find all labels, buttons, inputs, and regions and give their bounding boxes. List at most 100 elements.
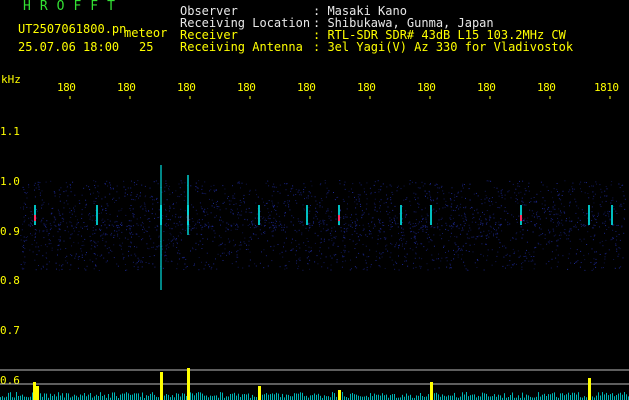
noise-pixel (441, 238, 443, 240)
noise-pixel (219, 219, 220, 221)
noise-pixel (348, 251, 350, 253)
noise-pixel (322, 219, 324, 221)
noise-pixel (30, 211, 32, 213)
noise-pixel (180, 239, 182, 241)
noise-pixel (235, 261, 237, 263)
noise-pixel (613, 259, 615, 260)
noise-pixel (285, 189, 287, 191)
noise-pixel (256, 194, 257, 196)
noise-pixel (442, 233, 443, 234)
noise-pixel (195, 189, 196, 191)
noise-pixel (520, 191, 522, 193)
noise-pixel (414, 232, 416, 234)
noise-pixel (424, 225, 426, 226)
noise-pixel (331, 238, 333, 240)
noise-pixel (54, 195, 56, 197)
noise-pixel (284, 215, 286, 217)
level-bar (310, 395, 311, 400)
noise-pixel (593, 263, 595, 265)
level-bar (216, 395, 217, 400)
noise-pixel (129, 225, 131, 227)
noise-pixel (259, 223, 261, 225)
level-bar (570, 395, 571, 400)
noise-pixel (241, 182, 243, 184)
noise-pixel (165, 180, 167, 182)
noise-pixel (132, 213, 134, 215)
noise-pixel (463, 261, 465, 263)
noise-pixel (244, 237, 246, 239)
noise-pixel (433, 227, 435, 229)
noise-pixel (296, 260, 298, 262)
noise-pixel (29, 207, 31, 209)
noise-pixel (152, 199, 154, 201)
noise-pixel (141, 239, 142, 241)
noise-pixel (435, 183, 437, 185)
noise-pixel (451, 228, 453, 230)
noise-pixel (256, 213, 258, 215)
noise-pixel (615, 243, 617, 245)
noise-pixel (345, 228, 347, 230)
noise-pixel (449, 198, 451, 200)
noise-pixel (426, 263, 428, 265)
noise-pixel (546, 243, 548, 245)
noise-pixel (322, 228, 324, 230)
noise-pixel (130, 246, 131, 248)
noise-pixel (23, 251, 24, 253)
noise-pixel (273, 217, 275, 219)
level-bar (54, 394, 55, 400)
noise-pixel (566, 238, 567, 240)
noise-pixel (409, 200, 411, 202)
noise-pixel (53, 216, 55, 218)
noise-pixel (172, 243, 174, 245)
noise-pixel (264, 232, 266, 234)
noise-pixel (316, 218, 318, 220)
noise-pixel (601, 267, 603, 269)
noise-pixel (274, 229, 276, 231)
noise-pixel (298, 229, 300, 231)
noise-pixel (219, 216, 221, 218)
noise-pixel (495, 233, 497, 235)
noise-pixel (145, 209, 147, 211)
noise-pixel (564, 180, 566, 182)
noise-pixel (498, 221, 500, 223)
noise-pixel (116, 221, 118, 223)
level-bar (98, 396, 99, 400)
noise-pixel (190, 229, 192, 231)
noise-pixel (50, 227, 52, 229)
noise-pixel (460, 224, 462, 226)
noise-pixel (30, 217, 32, 219)
noise-pixel (207, 213, 209, 215)
noise-pixel (59, 196, 60, 198)
noise-pixel (374, 209, 376, 211)
noise-pixel (23, 261, 25, 263)
noise-pixel (536, 223, 538, 225)
noise-pixel (144, 214, 146, 216)
noise-pixel (179, 187, 181, 189)
noise-pixel (243, 201, 245, 202)
noise-pixel (326, 230, 328, 231)
noise-pixel (447, 205, 449, 207)
noise-pixel (213, 263, 215, 265)
noise-pixel (327, 208, 329, 210)
noise-pixel (180, 233, 182, 235)
noise-pixel (398, 269, 400, 271)
level-peak (36, 386, 39, 400)
noise-pixel (192, 247, 193, 249)
noise-pixel (158, 245, 160, 247)
noise-pixel (170, 234, 172, 236)
noise-pixel (239, 199, 241, 201)
noise-pixel (196, 187, 198, 189)
noise-pixel (599, 204, 601, 206)
level-bar (540, 396, 541, 400)
noise-pixel (24, 192, 26, 193)
noise-pixel (532, 260, 534, 262)
noise-pixel (141, 205, 143, 207)
noise-pixel (568, 253, 570, 255)
noise-pixel (23, 221, 25, 223)
noise-pixel (248, 244, 250, 246)
noise-pixel (142, 208, 144, 210)
noise-pixel (95, 220, 97, 222)
noise-pixel (479, 223, 481, 225)
noise-pixel (555, 257, 557, 259)
noise-pixel (95, 181, 97, 183)
